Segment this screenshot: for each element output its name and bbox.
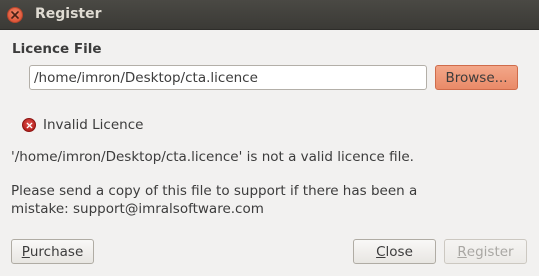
register-label: egister: [466, 243, 514, 260]
purchase-label: urchase: [29, 243, 84, 260]
close-label: lose: [385, 243, 413, 260]
support-message: Please send a copy of this file to suppo…: [11, 182, 511, 218]
status-row: Invalid Licence: [22, 117, 143, 133]
support-message-line2: mistake: support@imralsoftware.com: [11, 201, 264, 217]
licence-path-input[interactable]: [29, 65, 427, 90]
register-button[interactable]: Register: [444, 239, 527, 264]
title-bar[interactable]: Register: [0, 0, 539, 30]
error-icon: [22, 118, 36, 132]
purchase-button[interactable]: Purchase: [11, 239, 94, 264]
licence-file-label: Licence File: [12, 41, 102, 57]
browse-button[interactable]: Browse...: [435, 65, 518, 90]
invalid-file-message: '/home/imron/Desktop/cta.licence' is not…: [11, 149, 414, 165]
register-dialog: Register Licence File Browse... Invalid …: [0, 0, 539, 276]
window-close-button[interactable]: [7, 7, 23, 23]
purchase-mnemonic: P: [21, 243, 30, 260]
close-icon: [11, 11, 19, 19]
close-mnemonic: C: [376, 243, 386, 260]
status-text: Invalid Licence: [43, 117, 144, 133]
window-title: Register: [35, 6, 102, 22]
register-mnemonic: R: [457, 243, 467, 260]
support-message-line1: Please send a copy of this file to suppo…: [11, 183, 418, 199]
close-button[interactable]: Close: [353, 239, 436, 264]
